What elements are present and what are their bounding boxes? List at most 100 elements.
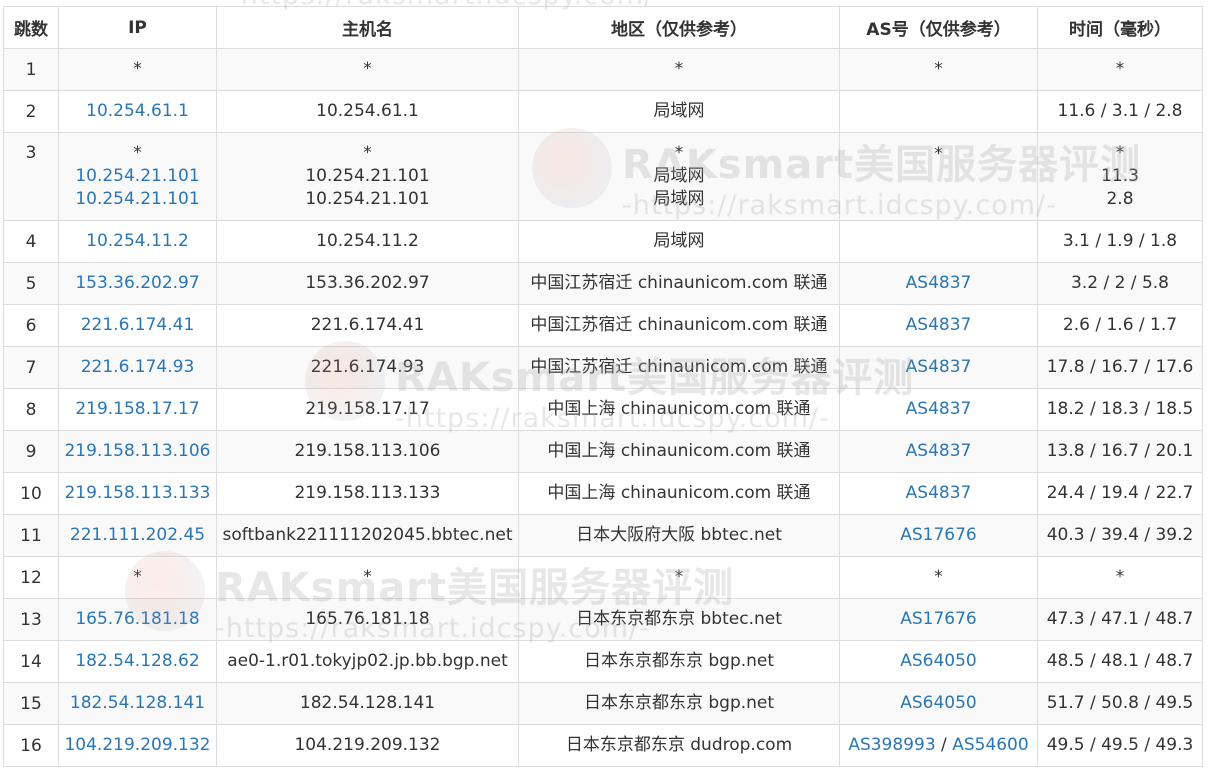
region-cell: 中国上海 chinaunicom.com 联通 — [518, 430, 840, 473]
ip-cell-value[interactable]: 221.6.174.41 — [63, 314, 212, 337]
ip-cell-value[interactable]: 165.76.181.18 — [63, 608, 212, 631]
hop-number: 9 — [3, 430, 59, 473]
hop-number: 7 — [3, 346, 59, 389]
time-cell: * — [1037, 556, 1203, 599]
as-number-link[interactable]: AS64050 — [900, 693, 977, 713]
ip-cell-value[interactable]: 10.254.61.1 — [63, 100, 212, 123]
as-number-link[interactable]: AS64050 — [900, 651, 977, 671]
as-number-link[interactable]: AS4837 — [906, 441, 972, 461]
ip-cell-value[interactable]: 10.254.11.2 — [63, 230, 212, 253]
region-cell: 中国上海 chinaunicom.com 联通 — [518, 472, 840, 515]
as-number-link[interactable]: AS4837 — [906, 315, 972, 335]
hop-number: 15 — [3, 682, 59, 725]
table-header-row: 跳数 IP 主机名 地区（仅供参考） AS号（仅供参考） 时间（毫秒） — [3, 6, 1203, 49]
as-cell: AS64050 — [839, 640, 1038, 683]
ip-cell-value[interactable]: 221.111.202.45 — [63, 524, 212, 547]
region-cell: 局域网 — [518, 90, 840, 133]
time-cell: * 11.3 2.8 — [1037, 132, 1203, 221]
time-cell: 17.8 / 16.7 / 17.6 — [1037, 346, 1203, 389]
ip-cell: 221.111.202.45 — [58, 514, 217, 557]
ip-cell-value[interactable]: 10.254.21.101 — [63, 188, 212, 211]
time-cell: 24.4 / 19.4 / 22.7 — [1037, 472, 1203, 515]
as-cell: AS4837 — [839, 304, 1038, 347]
hostname-cell-value: 219.158.113.106 — [294, 441, 441, 461]
time-cell-value: 48.5 / 48.1 / 48.7 — [1046, 651, 1194, 671]
hostname-cell-value: 219.158.17.17 — [305, 399, 430, 419]
hop-number: 5 — [3, 262, 59, 305]
as-cell: * — [839, 556, 1038, 599]
ip-cell-value: * — [133, 143, 142, 163]
hostname-cell: 153.36.202.97 — [216, 262, 519, 305]
hostname-cell-value: * — [363, 143, 372, 163]
hostname-cell: 10.254.11.2 — [216, 220, 519, 263]
region-cell-value: 中国上海 chinaunicom.com 联通 — [547, 483, 811, 503]
ip-cell-value[interactable]: 104.219.209.132 — [63, 734, 212, 757]
as-number-link[interactable]: AS4837 — [906, 357, 972, 377]
as-number-link[interactable]: AS17676 — [900, 609, 977, 629]
time-cell-value: 3.2 / 2 / 5.8 — [1071, 273, 1169, 293]
region-cell-value: 局域网 — [653, 166, 705, 186]
region-cell: 中国江苏宿迁 chinaunicom.com 联通 — [518, 346, 840, 389]
hostname-cell-value: 153.36.202.97 — [305, 273, 430, 293]
ip-cell-value[interactable]: 219.158.113.106 — [63, 440, 212, 463]
as-number-link[interactable]: AS4837 — [906, 399, 972, 419]
as-number-link[interactable]: AS4837 — [906, 483, 972, 503]
ip-cell: 104.219.209.132 — [58, 724, 217, 767]
time-cell-value: 2.8 — [1106, 189, 1134, 209]
hostname-cell-value: 10.254.21.101 — [305, 166, 430, 186]
ip-cell: * — [58, 556, 217, 599]
hostname-cell: 104.219.209.132 — [216, 724, 519, 767]
as-cell: AS4837 — [839, 388, 1038, 431]
as-number-link[interactable]: AS54600 — [952, 735, 1029, 755]
as-number-link[interactable]: AS17676 — [900, 525, 977, 545]
hostname-cell: 219.158.113.106 — [216, 430, 519, 473]
as-number-value: * — [934, 144, 943, 164]
header-as-number: AS号（仅供参考） — [839, 6, 1038, 49]
header-ip: IP — [58, 6, 217, 49]
table-row: 2 10.254.61.1 10.254.61.1 局域网 11.6 / 3.1 / 2… — [3, 90, 1203, 133]
hop-number: 1 — [3, 48, 59, 91]
time-cell-value: 51.7 / 50.8 / 49.5 — [1046, 693, 1194, 713]
region-cell-value: 日本东京都东京 dudrop.com — [565, 735, 793, 755]
time-cell: * — [1037, 48, 1203, 91]
hostname-cell: 165.76.181.18 — [216, 598, 519, 641]
hostname-cell: 221.6.174.41 — [216, 304, 519, 347]
as-number-link[interactable]: AS4837 — [906, 273, 972, 293]
hostname-cell: * — [216, 556, 519, 599]
region-cell-value: 局域网 — [653, 101, 705, 121]
hostname-cell-value: 221.6.174.41 — [310, 315, 425, 335]
table-row: 5 153.36.202.97 153.36.202.97 中国江苏宿迁 chinau… — [3, 262, 1203, 305]
hostname-cell: 219.158.113.133 — [216, 472, 519, 515]
ip-cell-value[interactable]: 10.254.21.101 — [63, 165, 212, 188]
region-cell: 日本大阪府大阪 bbtec.net — [518, 514, 840, 557]
hostname-cell: 182.54.128.141 — [216, 682, 519, 725]
ip-cell: 221.6.174.41 — [58, 304, 217, 347]
region-cell-value: 日本东京都东京 bbtec.net — [576, 609, 782, 629]
hostname-cell-value: 219.158.113.133 — [294, 483, 441, 503]
ip-cell-value[interactable]: 182.54.128.141 — [63, 692, 212, 715]
region-cell: 日本东京都东京 bgp.net — [518, 682, 840, 725]
hostname-cell-value: 10.254.11.2 — [316, 231, 419, 251]
hostname-cell-value: 10.254.61.1 — [316, 101, 419, 121]
ip-cell-value[interactable]: 219.158.113.133 — [63, 482, 212, 505]
time-cell: 48.5 / 48.1 / 48.7 — [1037, 640, 1203, 683]
hop-number: 3 — [3, 132, 59, 221]
region-cell: * — [518, 48, 840, 91]
time-cell: 18.2 / 18.3 / 18.5 — [1037, 388, 1203, 431]
ip-cell: 153.36.202.97 — [58, 262, 217, 305]
region-cell-value: * — [674, 59, 684, 79]
as-number-link[interactable]: AS398993 — [848, 735, 935, 755]
as-cell: * — [839, 48, 1038, 91]
region-cell-value: 中国江苏宿迁 chinaunicom.com 联通 — [530, 357, 828, 377]
ip-cell-value[interactable]: 221.6.174.93 — [63, 356, 212, 379]
ip-cell-value[interactable]: 153.36.202.97 — [63, 272, 212, 295]
region-cell: 日本东京都东京 bgp.net — [518, 640, 840, 683]
table-row: 13 165.76.181.18 165.76.181.18 日本东京都东京 bbte… — [3, 598, 1203, 641]
ip-cell-value[interactable]: 219.158.17.17 — [63, 398, 212, 421]
table-row: 10 219.158.113.133 219.158.113.133 中国上海 chi… — [3, 472, 1203, 515]
time-cell: 51.7 / 50.8 / 49.5 — [1037, 682, 1203, 725]
region-cell: * 局域网 局域网 — [518, 132, 840, 221]
as-cell: AS17676 — [839, 598, 1038, 641]
region-cell-value: 日本大阪府大阪 bbtec.net — [576, 525, 782, 545]
ip-cell-value[interactable]: 182.54.128.62 — [63, 650, 212, 673]
